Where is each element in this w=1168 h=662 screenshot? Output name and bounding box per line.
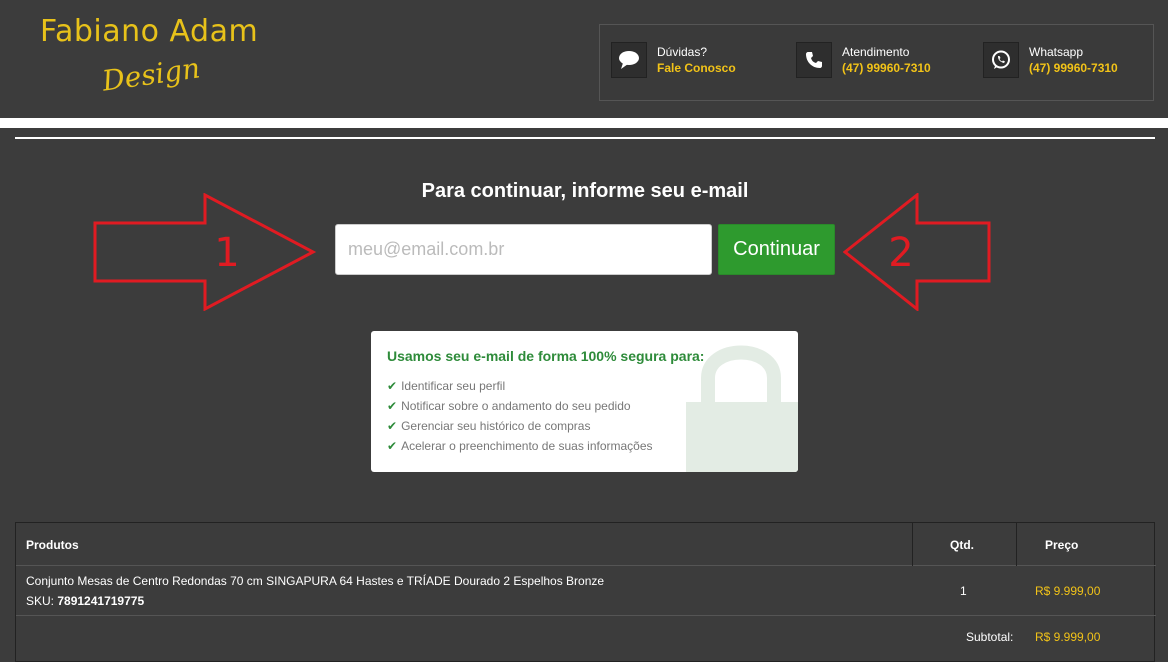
whatsapp-icon [983,42,1019,78]
annotation-number-2: 2 [888,230,913,276]
list-item: ✔ Gerenciar seu histórico de compras [387,419,591,433]
site-header: Fabiano Adam Design Dúvidas? Fale Conosc… [0,0,1168,118]
list-item: ✔ Identificar seu perfil [387,379,506,393]
header-price: Preço [1045,538,1079,552]
contact-label: Dúvidas? [657,45,708,59]
phone-icon [796,42,832,78]
brand-logo-sub: Design [100,51,203,98]
content-divider [15,137,1155,139]
column-divider [912,523,913,566]
contact-value[interactable]: (47) 99960-7310 [842,60,931,76]
contact-value[interactable]: (47) 99960-7310 [1029,60,1118,76]
header-divider [0,118,1168,128]
subtotal-value: R$ 9.999,00 [1035,630,1101,644]
contact-whatsapp[interactable]: Whatsapp (47) 99960-7310 [983,42,1118,78]
product-sku: SKU: 7891241719775 [26,594,145,608]
contact-label: Whatsapp [1029,45,1084,59]
list-item: ✔ Notificar sobre o andamento do seu pedi… [387,399,631,413]
annotation-arrow-left: 2 [843,193,991,311]
annotation-arrow-right: 1 [93,193,317,311]
table-row: Conjunto Mesas de Centro Redondas 70 cm … [16,566,1156,616]
cart-header-row: Produtos Qtd. Preço [16,523,1156,566]
contact-duvidas[interactable]: Dúvidas? Fale Conosco [611,42,736,78]
contact-atendimento[interactable]: Atendimento (47) 99960-7310 [796,42,931,78]
check-icon: ✔ [387,379,398,393]
chat-bubble-icon [611,42,647,78]
contact-value[interactable]: Fale Conosco [657,60,736,76]
contact-box: Dúvidas? Fale Conosco Atendimento (47) 9… [599,24,1154,101]
product-qty: 1 [960,584,967,598]
check-icon: ✔ [387,419,398,433]
column-divider [1016,523,1017,566]
subtotal-label: Subtotal: [966,630,1014,644]
check-icon: ✔ [387,439,398,453]
security-info-box: Usamos seu e-mail de forma 100% segura p… [371,331,798,472]
header-products: Produtos [26,538,79,552]
continue-button[interactable]: Continuar [718,224,835,275]
cart-table: Produtos Qtd. Preço Conjunto Mesas de Ce… [15,522,1156,662]
annotation-number-1: 1 [214,230,239,276]
contact-label: Atendimento [842,45,910,59]
email-input[interactable] [335,224,712,275]
product-name[interactable]: Conjunto Mesas de Centro Redondas 70 cm … [26,574,604,588]
brand-logo-name[interactable]: Fabiano Adam [40,14,258,49]
security-list: ✔ Identificar seu perfil ✔ Notificar sobre… [387,378,653,458]
product-price: R$ 9.999,00 [1035,584,1101,598]
header-qty: Qtd. [950,538,974,552]
check-icon: ✔ [387,399,398,413]
security-title: Usamos seu e-mail de forma 100% segura p… [387,348,705,364]
list-item: ✔ Acelerar o preenchimento de suas inform… [387,439,653,453]
